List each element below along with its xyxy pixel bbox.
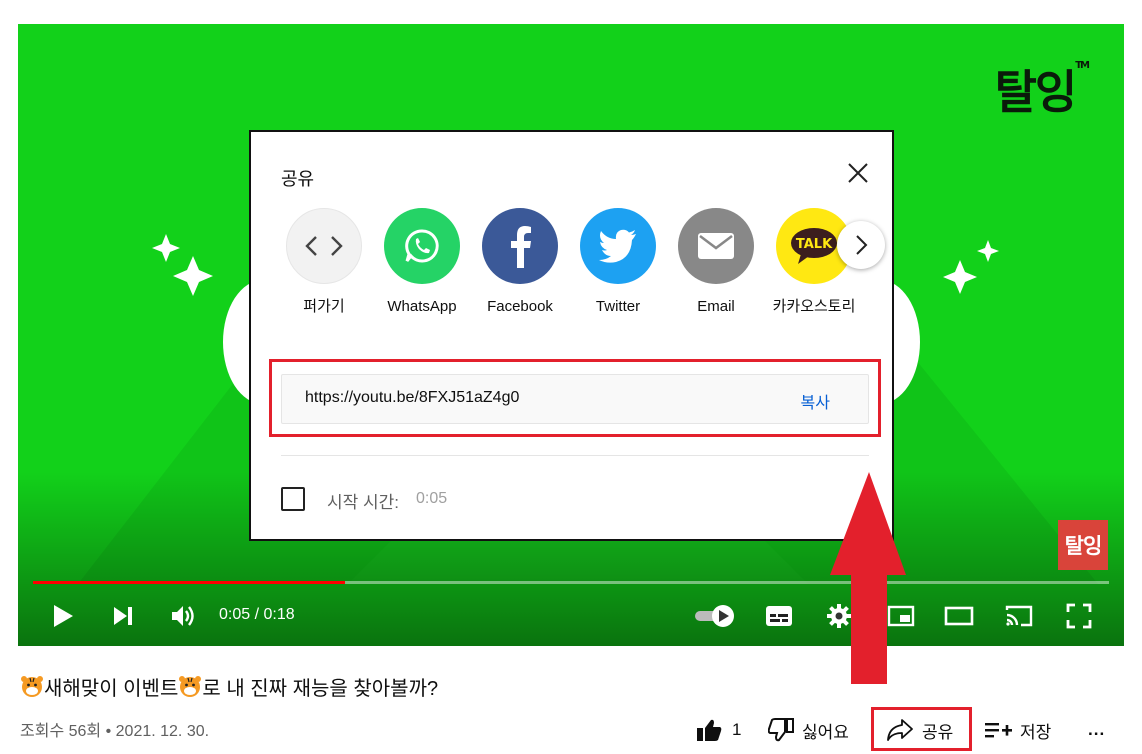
dislike-label: 싫어요 (802, 722, 849, 742)
share-whatsapp[interactable]: WhatsApp (377, 208, 467, 318)
fullscreen-icon (1066, 603, 1092, 629)
subtitles-icon (766, 606, 792, 626)
facebook-icon (482, 208, 558, 284)
tiger-emoji-icon (21, 676, 43, 697)
more-actions-button[interactable]: ... (1088, 712, 1105, 748)
close-icon (848, 163, 868, 183)
video-title-suffix: 로 내 진짜 재능을 찾아볼까? (202, 678, 439, 700)
start-at-checkbox[interactable] (281, 487, 305, 511)
time-display: 0:05 / 0:18 (219, 606, 295, 623)
start-at-label: 시작 시간: (327, 493, 400, 512)
twitter-icon (580, 208, 656, 284)
share-label-twitter: Twitter (595, 298, 641, 315)
cast-icon (1005, 605, 1033, 627)
share-twitter[interactable]: Twitter (573, 208, 663, 318)
share-next-button[interactable] (837, 221, 885, 269)
next-video-button[interactable] (106, 596, 140, 636)
more-icon: ... (1088, 720, 1106, 739)
share-dialog: 공유 퍼가기 WhatsApp Facebook Twitter Email T… (249, 130, 894, 541)
theater-icon (944, 606, 974, 626)
annotation-highlight-link (269, 359, 881, 437)
autoplay-icon (695, 605, 734, 627)
save-button[interactable]: 저장 (984, 712, 1051, 748)
brand-logo-text: 탈잉 (994, 65, 1078, 119)
cast-button[interactable] (1002, 596, 1036, 636)
meta-separator: • (105, 723, 112, 740)
tiger-emoji-icon (179, 676, 202, 697)
like-count: 1 (732, 720, 742, 739)
theater-mode-button[interactable] (942, 596, 976, 636)
chevron-right-icon (856, 235, 868, 255)
thumbs-up-icon (697, 719, 722, 741)
video-title: 새해맞이 이벤트 로 내 진짜 재능을 찾아볼까? (20, 672, 438, 701)
divider (281, 455, 869, 456)
embed-icon (286, 208, 362, 284)
share-label-whatsapp: WhatsApp (387, 298, 457, 315)
volume-icon (172, 606, 194, 626)
annotation-highlight-share (871, 707, 972, 751)
trademark-mark: TM (1075, 59, 1090, 71)
share-dialog-title: 공유 (281, 169, 315, 189)
svg-text:TALK: TALK (796, 237, 833, 252)
brand-logo: 탈잉TM (994, 56, 1090, 122)
share-email[interactable]: Email (671, 208, 761, 318)
video-meta: 조회수 56회 • 2021. 12. 30. (20, 717, 209, 741)
start-at-time[interactable]: 0:05 (416, 490, 447, 508)
share-label-email: Email (697, 298, 735, 315)
like-button[interactable]: 1 (696, 712, 741, 748)
progress-played (33, 581, 346, 584)
fullscreen-button[interactable] (1062, 596, 1096, 636)
video-title-main: 새해맞이 이벤트 (44, 678, 179, 700)
autoplay-toggle[interactable] (692, 596, 738, 636)
play-icon (54, 605, 73, 627)
share-embed[interactable]: 퍼가기 (279, 208, 369, 318)
share-label-facebook: Facebook (487, 298, 553, 315)
whatsapp-icon (384, 208, 460, 284)
channel-watermark[interactable]: 탈잉 (1058, 520, 1108, 570)
view-count: 조회수 56회 (20, 723, 102, 740)
save-label: 저장 (1020, 722, 1052, 742)
share-label-kakao: 카카오스토리 (772, 298, 856, 315)
progress-bar[interactable] (33, 581, 1109, 584)
volume-button[interactable] (166, 596, 200, 636)
play-button[interactable] (46, 596, 80, 636)
subtitles-button[interactable] (762, 596, 796, 636)
thumbs-down-icon (768, 718, 794, 742)
annotation-arrow (830, 472, 906, 684)
upload-date: 2021. 12. 30. (115, 723, 210, 740)
playlist-add-icon (985, 723, 1012, 738)
player-controls: 0:05 / 0:18 (18, 596, 1124, 636)
dislike-button[interactable]: 싫어요 (768, 712, 849, 748)
skip-next-icon (114, 607, 132, 625)
share-label-embed: 퍼가기 (303, 298, 345, 315)
close-button[interactable] (843, 158, 873, 188)
share-facebook[interactable]: Facebook (475, 208, 565, 318)
email-icon (678, 208, 754, 284)
